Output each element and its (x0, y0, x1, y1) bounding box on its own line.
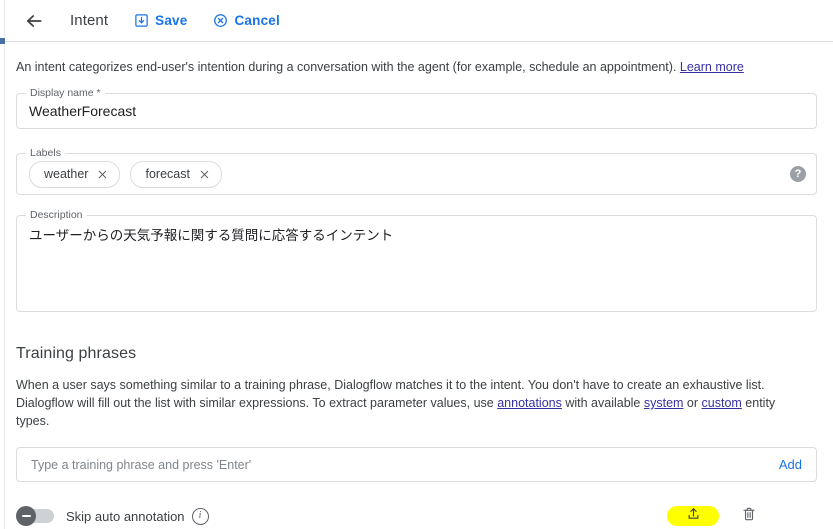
description-value: ユーザーからの天気予報に関する質問に応答するインテント (29, 228, 394, 243)
save-button-label: Save (155, 13, 188, 28)
labels-field[interactable]: Labels weather forecast ? (16, 147, 817, 195)
delete-button[interactable] (739, 506, 759, 526)
toggle-knob (16, 506, 36, 526)
upload-icon (686, 506, 701, 526)
training-phrase-row[interactable]: Add (16, 447, 817, 482)
learn-more-link[interactable]: Learn more (680, 60, 744, 74)
annotations-link[interactable]: annotations (497, 396, 562, 410)
description-field[interactable]: Description ユーザーからの天気予報に関する質問に応答するインテント (16, 209, 817, 312)
label-chip-forecast[interactable]: forecast (130, 160, 222, 188)
cancel-circle-icon (213, 13, 228, 28)
intro-sentence: An intent categorizes end-user's intenti… (16, 60, 680, 74)
help-icon[interactable]: ? (790, 166, 806, 182)
close-icon[interactable] (199, 169, 210, 180)
training-phrases-description: When a user says something similar to a … (16, 376, 776, 430)
training-desc-part2: with available (561, 396, 644, 410)
bottom-action-bar: Skip auto annotation i (16, 506, 817, 526)
label-chip-weather-text: weather (44, 167, 89, 181)
save-icon (134, 13, 149, 28)
info-icon[interactable]: i (191, 507, 209, 525)
label-chip-weather[interactable]: weather (29, 160, 121, 188)
bottom-icon-actions (667, 506, 817, 526)
description-legend: Description (26, 209, 87, 221)
page-title: Intent (70, 12, 109, 29)
save-button[interactable]: Save (134, 13, 187, 28)
training-desc-part3: or (683, 396, 702, 410)
main-content: An intent categorizes end-user's intenti… (0, 59, 833, 526)
skip-auto-annotation-label: Skip auto annotation (66, 508, 185, 524)
display-name-field[interactable]: Display name * WeatherForecast (16, 87, 817, 129)
system-link[interactable]: system (644, 396, 684, 410)
custom-link[interactable]: custom (702, 396, 742, 410)
back-arrow-icon[interactable] (22, 9, 46, 33)
display-name-value: WeatherForecast (29, 103, 137, 119)
header-divider (0, 41, 833, 42)
label-chip-forecast-text: forecast (145, 167, 190, 181)
cancel-button-label: Cancel (234, 13, 280, 28)
display-name-legend: Display name * (26, 87, 105, 99)
cancel-button[interactable]: Cancel (213, 13, 280, 28)
page-header: Intent Save Cancel (0, 0, 833, 41)
left-edge-marker (0, 38, 5, 44)
upload-button[interactable] (667, 506, 719, 526)
left-edge-rail (4, 0, 5, 529)
skip-auto-annotation-toggle[interactable] (16, 506, 54, 526)
intro-text: An intent categorizes end-user's intenti… (16, 59, 817, 75)
training-phrase-input[interactable] (29, 456, 769, 473)
close-icon[interactable] (97, 169, 108, 180)
labels-legend: Labels (26, 147, 65, 159)
training-phrases-title: Training phrases (16, 345, 137, 362)
toggle-off-dash-icon (21, 515, 31, 517)
add-training-phrase-button[interactable]: Add (769, 457, 802, 472)
trash-icon (741, 506, 757, 527)
